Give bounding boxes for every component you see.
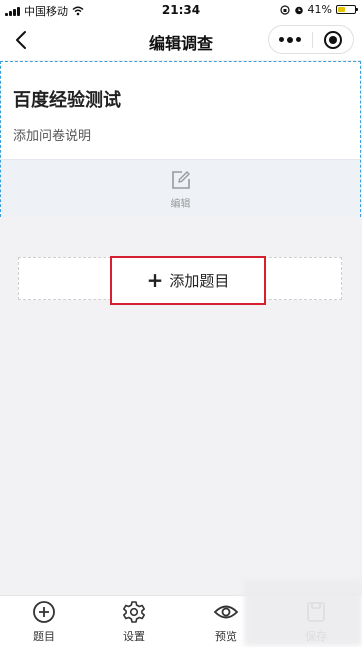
edit-icon xyxy=(172,171,190,189)
gear-icon xyxy=(123,601,145,623)
battery-percent: 41% xyxy=(307,3,332,16)
more-icon[interactable] xyxy=(279,36,301,43)
close-mini-program-icon[interactable] xyxy=(324,31,342,49)
plus-circle-icon xyxy=(33,601,55,623)
survey-header-card[interactable]: 百度经验测试 添加问卷说明 编辑 xyxy=(0,61,361,217)
status-right: 41% xyxy=(279,3,358,16)
rotation-lock-icon xyxy=(279,4,290,15)
survey-description[interactable]: 添加问卷说明 xyxy=(13,125,91,144)
survey-title: 百度经验测试 xyxy=(13,90,121,111)
plus-icon: + xyxy=(146,267,164,292)
battery-icon xyxy=(336,5,358,14)
add-question-button[interactable]: + 添加题目 xyxy=(110,256,266,305)
tab-questions-label: 题目 xyxy=(33,630,55,643)
tab-settings-label: 设置 xyxy=(123,630,145,643)
eye-icon xyxy=(213,605,239,619)
nav-bar: 编辑调查 xyxy=(0,20,362,60)
edit-label: 编辑 xyxy=(170,199,191,210)
status-bar: 中国移动 21:34 41% xyxy=(0,0,362,20)
alarm-icon xyxy=(294,6,303,14)
tab-questions[interactable]: 题目 xyxy=(14,600,74,644)
capsule-divider xyxy=(312,32,313,48)
tab-settings[interactable]: 设置 xyxy=(104,600,164,644)
edit-survey-button[interactable]: 编辑 xyxy=(1,159,360,217)
mini-program-capsule xyxy=(268,25,354,54)
watermark-blur xyxy=(244,580,362,646)
add-question-label: 添加题目 xyxy=(169,272,230,290)
